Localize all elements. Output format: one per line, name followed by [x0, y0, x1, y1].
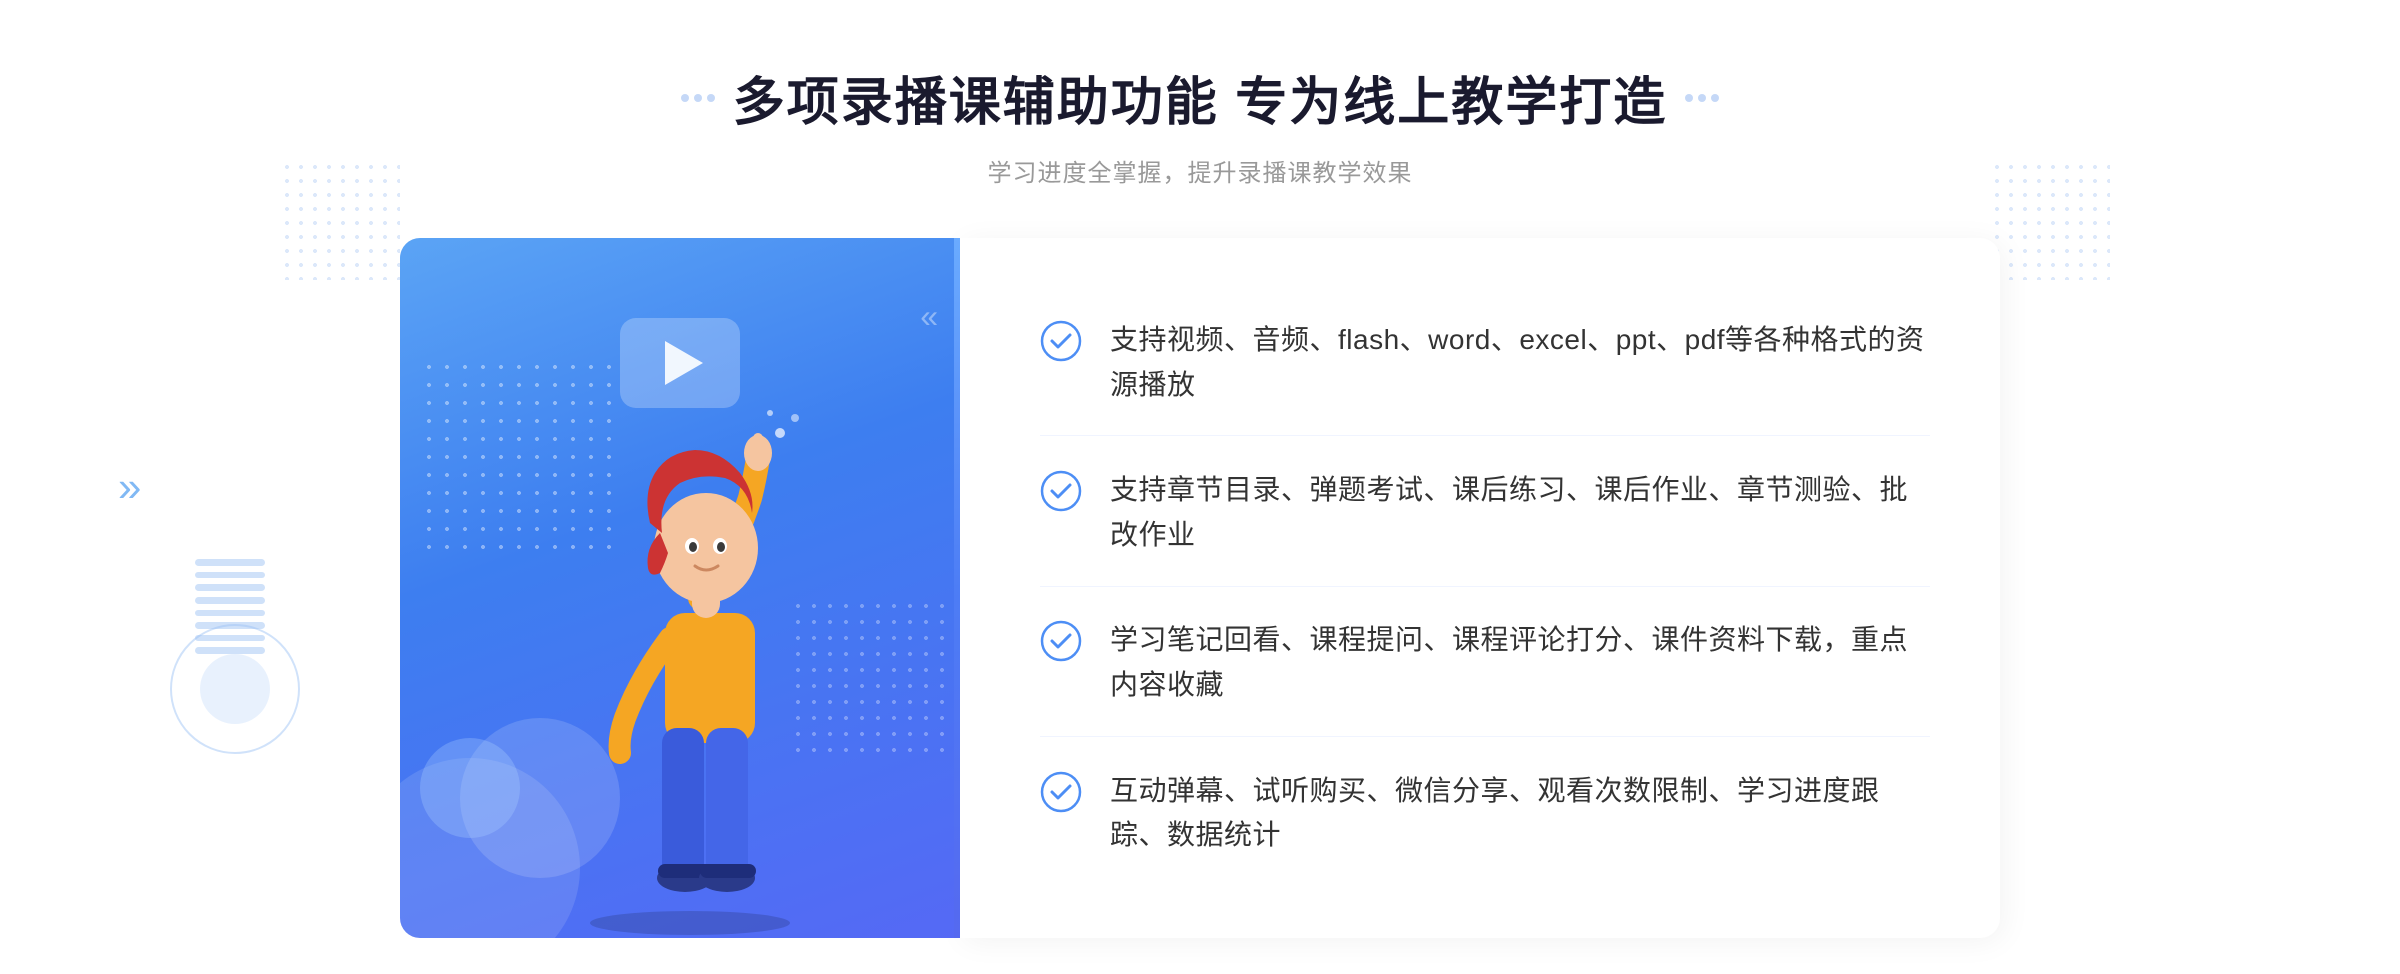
feature-item-2: 支持章节目录、弹题考试、课后练习、课后作业、章节测验、批改作业	[1040, 440, 1930, 587]
feature-item-1: 支持视频、音频、flash、word、excel、ppt、pdf等各种格式的资源…	[1040, 290, 1930, 437]
header-area: 多项录播课辅助功能 专为线上教学打造 学习进度全掌握，提升录播课教学效果	[681, 60, 1719, 188]
feature-text-3: 学习笔记回看、课程提问、课程评论打分、课件资料下载，重点内容收藏	[1110, 618, 1930, 708]
title-row: 多项录播课辅助功能 专为线上教学打造	[681, 60, 1719, 135]
check-icon-3	[1040, 620, 1082, 662]
illustration-panel: «	[400, 238, 960, 938]
title-dots-right	[1685, 94, 1719, 102]
title-dots-left	[681, 94, 715, 102]
feature-item-4: 互动弹幕、试听购买、微信分享、观看次数限制、学习进度跟踪、数据统计	[1040, 741, 1930, 887]
illus-circle-3	[420, 738, 520, 838]
chevron-left-deco: »	[118, 463, 141, 511]
deco-circle-inner	[200, 654, 270, 724]
feature-text-4: 互动弹幕、试听购买、微信分享、观看次数限制、学习进度跟踪、数据统计	[1110, 769, 1930, 859]
main-title: 多项录播课辅助功能 专为线上教学打造	[733, 60, 1667, 135]
subtitle: 学习进度全掌握，提升录播课教学效果	[681, 153, 1719, 188]
deco-dots-right	[1990, 160, 2110, 280]
illus-chevrons: «	[920, 298, 930, 335]
feature-text-1: 支持视频、音频、flash、word、excel、ppt、pdf等各种格式的资源…	[1110, 318, 1930, 408]
page-wrapper: » 多项录播课辅助功能 专为线上教学打造 学习进度全掌握，提升录播课教学效果	[0, 0, 2400, 974]
check-icon-2	[1040, 470, 1082, 512]
check-icon-1	[1040, 320, 1082, 362]
deco-stripes	[195, 559, 265, 654]
accent-bar	[954, 238, 960, 938]
person-illustration	[510, 378, 850, 938]
content-area: «	[400, 238, 2000, 938]
feature-item-3: 学习笔记回看、课程提问、课程评论打分、课件资料下载，重点内容收藏	[1040, 590, 1930, 737]
deco-dots-left	[280, 160, 400, 280]
feature-text-2: 支持章节目录、弹题考试、课后练习、课后作业、章节测验、批改作业	[1110, 468, 1930, 558]
check-icon-4	[1040, 771, 1082, 813]
features-panel: 支持视频、音频、flash、word、excel、ppt、pdf等各种格式的资源…	[960, 238, 2000, 938]
